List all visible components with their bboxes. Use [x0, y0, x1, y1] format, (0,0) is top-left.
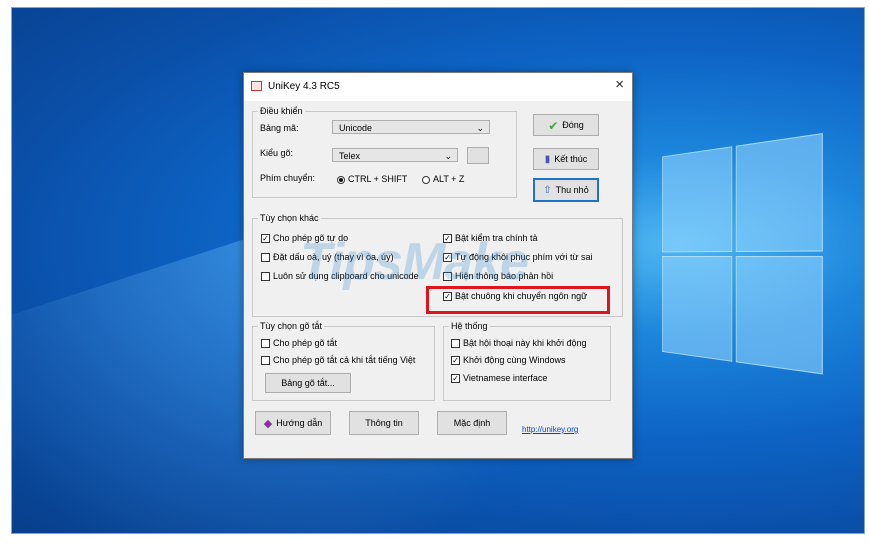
- red-highlight-box: [426, 286, 610, 314]
- ket-thuc-label: Kết thúc: [554, 154, 588, 164]
- group-go-tat-legend: Tùy chọn gõ tắt: [260, 321, 323, 331]
- huong-dan-label: Hướng dẫn: [276, 418, 323, 428]
- ket-thuc-button[interactable]: ▮ Kết thúc: [533, 148, 599, 170]
- kieu-go-value: Telex: [339, 151, 361, 161]
- kieu-go-select[interactable]: Telex ⌄: [332, 148, 458, 162]
- mac-dinh-button[interactable]: Mặc định: [437, 411, 507, 435]
- thu-nho-button[interactable]: ⇧ Thu nhỏ: [533, 178, 599, 202]
- tipsmake-watermark: TipsMake: [300, 233, 529, 291]
- close-button[interactable]: ×: [615, 76, 624, 93]
- group-dieu-khien-legend: Điều khiển: [260, 106, 303, 116]
- chevron-down-icon: ⌄: [444, 151, 452, 161]
- kieu-go-more-button[interactable]: [467, 147, 489, 164]
- dong-button[interactable]: ✔ Đóng: [533, 114, 599, 136]
- option-label: Cho phép gõ tắt cả khi tắt tiếng Việt: [273, 355, 416, 365]
- group-he-thong-legend: Hệ thống: [451, 321, 488, 331]
- bang-ma-select[interactable]: Unicode ⌄: [332, 120, 490, 134]
- bang-ma-value: Unicode: [339, 123, 373, 133]
- radio-alt-z-label: ALT + Z: [433, 174, 465, 184]
- group-tuy-chon-khac-legend: Tùy chọn khác: [260, 213, 319, 223]
- unikey-app-icon: [251, 81, 262, 91]
- chevron-down-icon: ⌄: [476, 123, 484, 133]
- phim-chuyen-label: Phím chuyển:: [260, 173, 316, 183]
- checkbox-dat-dau[interactable]: [261, 253, 270, 262]
- checkbox-cho-phep-go-tat[interactable]: [261, 339, 270, 348]
- radio-ctrl-shift[interactable]: [337, 176, 345, 184]
- window-title: UniKey 4.3 RC5: [268, 81, 340, 92]
- thong-tin-button[interactable]: Thông tin: [349, 411, 419, 435]
- checkbox-clipboard[interactable]: [261, 272, 270, 281]
- kieu-go-label: Kiểu gõ:: [260, 148, 294, 158]
- exit-icon: ▮: [544, 153, 551, 165]
- unikey-link[interactable]: http://unikey.org: [522, 425, 578, 434]
- bang-go-tat-button[interactable]: Bảng gõ tắt...: [265, 373, 351, 393]
- thu-nho-label: Thu nhỏ: [555, 185, 589, 195]
- radio-ctrl-shift-label: CTRL + SHIFT: [348, 174, 408, 184]
- windows-logo: [662, 133, 823, 379]
- huong-dan-button[interactable]: ◆ Hướng dẫn: [255, 411, 331, 435]
- checkbox-go-tat-khi-tat[interactable]: [261, 356, 270, 365]
- checkmark-icon: ✔: [548, 118, 559, 133]
- title-bar: UniKey 4.3 RC5 ×: [244, 73, 632, 101]
- option-label: Bật hội thoại này khi khởi động: [463, 338, 587, 348]
- option-label: Khởi động cùng Windows: [463, 355, 566, 365]
- minimize-arrow-icon: ⇧: [543, 184, 552, 196]
- checkbox-vietnamese-interface[interactable]: [451, 374, 460, 383]
- bang-ma-label: Bảng mã:: [260, 123, 299, 133]
- checkbox-khoi-dong-windows[interactable]: [451, 356, 460, 365]
- option-label: Vietnamese interface: [463, 373, 548, 383]
- checkbox-hoi-thoai-khoi-dong[interactable]: [451, 339, 460, 348]
- radio-alt-z[interactable]: [422, 176, 430, 184]
- checkbox-go-tu-do[interactable]: [261, 234, 270, 243]
- option-label: Cho phép gõ tắt: [273, 338, 338, 348]
- dong-label: Đóng: [562, 120, 584, 130]
- book-icon: ◆: [263, 417, 273, 430]
